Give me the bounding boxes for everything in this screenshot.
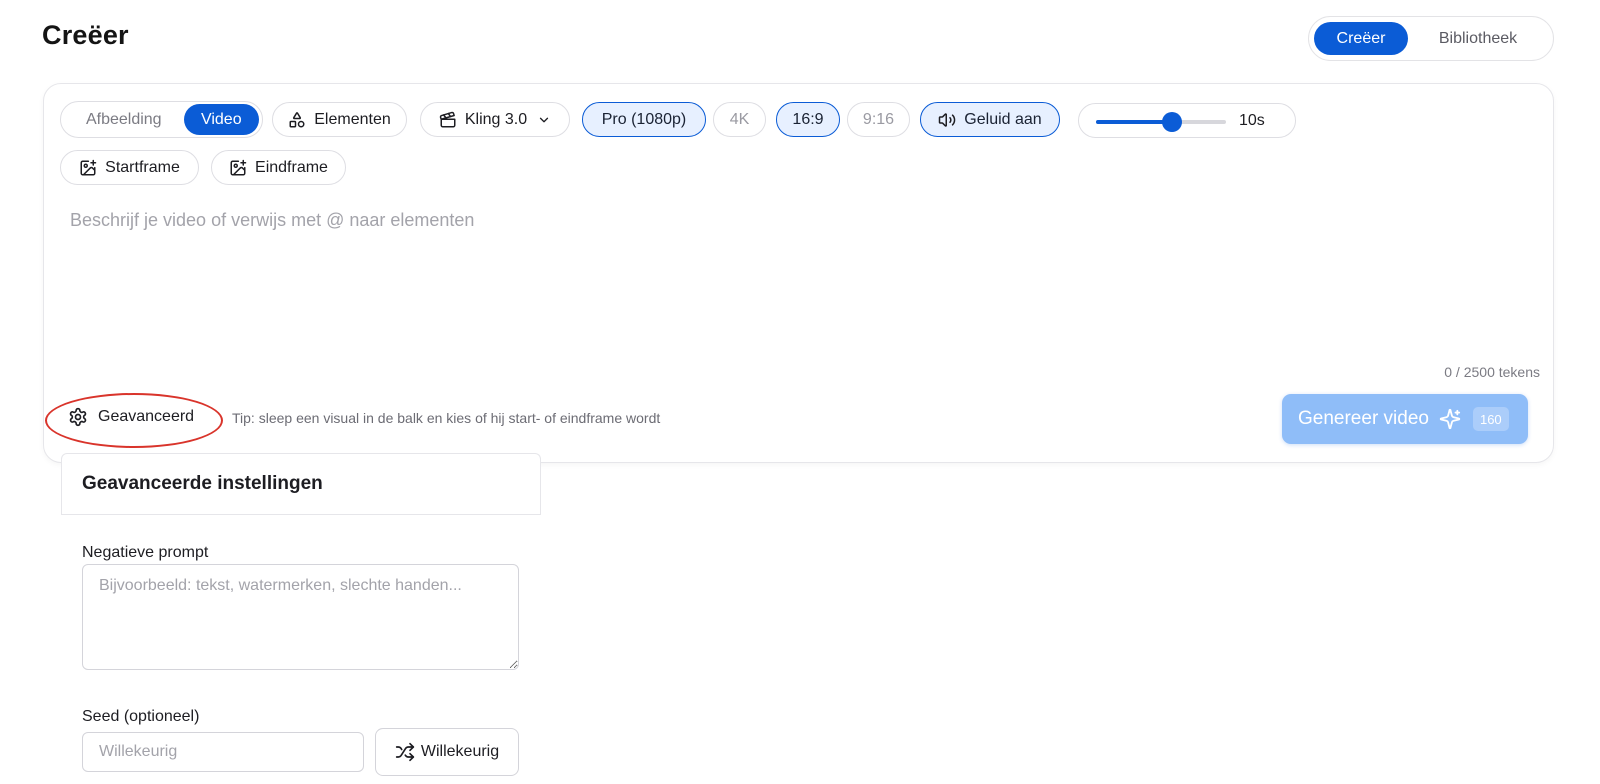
sparkles-icon xyxy=(1439,408,1461,430)
duration-slider-track[interactable] xyxy=(1096,112,1226,132)
image-plus-icon xyxy=(79,159,97,177)
advanced-button[interactable]: Geavanceerd xyxy=(68,402,194,432)
shapes-icon xyxy=(288,111,306,129)
credit-badge: 160 xyxy=(1472,407,1509,431)
advanced-panel-divider xyxy=(61,514,541,515)
elements-label: Elementen xyxy=(314,110,391,128)
random-seed-label: Willekeurig xyxy=(420,743,500,760)
aspect-16-9-button[interactable]: 16:9 xyxy=(776,102,840,137)
start-frame-label: Startframe xyxy=(105,158,180,176)
mode-video-button[interactable]: Video xyxy=(183,104,259,135)
end-frame-label: Eindframe xyxy=(255,158,328,176)
mode-image-button[interactable]: Afbeelding xyxy=(64,104,184,135)
start-frame-button[interactable]: Startframe xyxy=(60,150,199,185)
duration-slider-thumb[interactable] xyxy=(1161,112,1182,132)
advanced-panel-title: Geavanceerde instellingen xyxy=(82,473,323,494)
clapperboard-icon xyxy=(439,111,457,129)
image-plus-icon xyxy=(229,159,247,177)
page-title: Creëer xyxy=(42,20,129,50)
tip-text: Tip: sleep een visual in de balk en kies… xyxy=(232,410,661,426)
shuffle-icon xyxy=(395,742,415,762)
char-counter: 0 / 2500 tekens xyxy=(1444,364,1540,380)
view-toggle: Creëer Bibliotheek xyxy=(1308,16,1554,61)
model-select[interactable]: Kling 3.0 xyxy=(420,102,570,137)
quality-pro-button[interactable]: Pro (1080p) xyxy=(582,102,706,137)
sound-label: Geluid aan xyxy=(964,110,1042,128)
duration-value: 10s xyxy=(1239,112,1265,129)
negative-prompt-input[interactable] xyxy=(82,564,519,670)
seed-input[interactable] xyxy=(82,732,364,772)
chevron-down-icon xyxy=(537,113,551,127)
random-seed-button[interactable]: Willekeurig xyxy=(375,728,519,776)
prompt-input[interactable] xyxy=(70,210,1520,350)
advanced-label: Geavanceerd xyxy=(98,408,195,425)
model-label: Kling 3.0 xyxy=(464,110,528,128)
duration-control: 10s xyxy=(1078,103,1296,138)
speaker-icon xyxy=(938,111,956,129)
generate-label: Genereer video xyxy=(1298,408,1429,429)
end-frame-button[interactable]: Eindframe xyxy=(211,150,346,185)
quality-4k-button[interactable]: 4K xyxy=(713,102,766,137)
mode-toggle: Afbeelding Video xyxy=(60,101,263,138)
negative-prompt-label: Negatieve prompt xyxy=(82,544,209,561)
generate-video-button[interactable]: Genereer video 160 xyxy=(1282,394,1528,444)
seed-label: Seed (optioneel) xyxy=(82,708,200,725)
elements-button[interactable]: Elementen xyxy=(272,102,407,137)
tab-library[interactable]: Bibliotheek xyxy=(1408,22,1548,55)
aspect-9-16-button[interactable]: 9:16 xyxy=(847,102,910,137)
tab-create[interactable]: Creëer xyxy=(1314,22,1408,55)
duration-slider-fill xyxy=(1096,120,1172,124)
gear-icon xyxy=(68,407,88,427)
sound-toggle-button[interactable]: Geluid aan xyxy=(920,102,1060,137)
